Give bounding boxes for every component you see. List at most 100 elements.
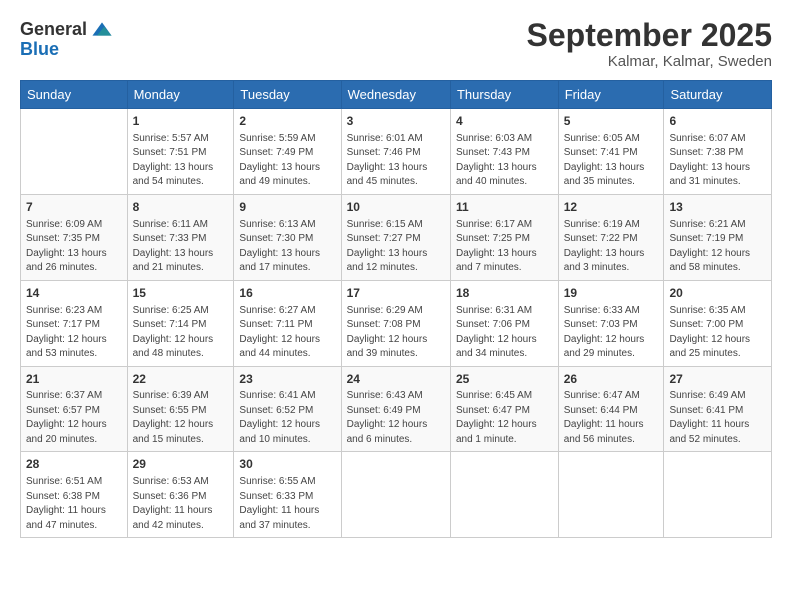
day-info: Sunrise: 6:03 AMSunset: 7:43 PMDaylight:… <box>456 132 553 190</box>
header-tuesday: Tuesday <box>234 81 341 109</box>
day-info: Sunrise: 6:31 AMSunset: 7:06 PMDaylight:… <box>456 304 553 362</box>
day-number: 16 <box>239 285 335 302</box>
day-info: Sunrise: 6:01 AMSunset: 7:46 PMDaylight:… <box>347 132 445 190</box>
day-info: Sunrise: 6:05 AMSunset: 7:41 PMDaylight:… <box>564 132 659 190</box>
calendar-cell: 5 Sunrise: 6:05 AMSunset: 7:41 PMDaylight… <box>558 109 664 195</box>
week-row-1: 1Sunrise: 5:57 AMSunset: 7:51 PMDaylight… <box>21 109 772 195</box>
calendar-cell: 1Sunrise: 5:57 AMSunset: 7:51 PMDaylight… <box>127 109 234 195</box>
day-info: Sunrise: 6:55 AMSunset: 6:33 PMDaylight:… <box>239 475 335 533</box>
day-number: 2 <box>239 113 335 130</box>
day-number: 29 <box>133 456 229 473</box>
day-info: Sunrise: 6:11 AMSunset: 7:33 PMDaylight:… <box>133 218 229 276</box>
day-number: 12 <box>564 199 659 216</box>
calendar-table: Sunday Monday Tuesday Wednesday Thursday… <box>20 80 772 538</box>
day-number: 26 <box>564 371 659 388</box>
week-row-3: 14 Sunrise: 6:23 AMSunset: 7:17 PMDayligh… <box>21 280 772 366</box>
calendar-cell: 29 Sunrise: 6:53 AMSunset: 6:36 PMDayligh… <box>127 452 234 538</box>
day-number: 23 <box>239 371 335 388</box>
location-subtitle: Kalmar, Kalmar, Sweden <box>527 53 772 70</box>
logo-blue: Blue <box>20 39 59 59</box>
day-info: Sunrise: 6:33 AMSunset: 7:03 PMDaylight:… <box>564 304 659 362</box>
day-number: 11 <box>456 199 553 216</box>
day-number: 22 <box>133 371 229 388</box>
calendar-cell: 8 Sunrise: 6:11 AMSunset: 7:33 PMDaylight… <box>127 194 234 280</box>
day-info: Sunrise: 6:47 AMSunset: 6:44 PMDaylight:… <box>564 389 659 447</box>
logo-icon <box>91 18 113 40</box>
day-number: 6 <box>669 113 766 130</box>
day-info: Sunrise: 5:57 AMSunset: 7:51 PMDaylight:… <box>133 132 229 190</box>
calendar-cell: 28 Sunrise: 6:51 AMSunset: 6:38 PMDayligh… <box>21 452 128 538</box>
day-number: 15 <box>133 285 229 302</box>
day-info: Sunrise: 6:17 AMSunset: 7:25 PMDaylight:… <box>456 218 553 276</box>
calendar-cell: 20 Sunrise: 6:35 AMSunset: 7:00 PMDayligh… <box>664 280 772 366</box>
day-info: Sunrise: 6:49 AMSunset: 6:41 PMDaylight:… <box>669 389 766 447</box>
day-number: 4 <box>456 113 553 130</box>
calendar-cell: 26Sunrise: 6:47 AMSunset: 6:44 PMDayligh… <box>558 366 664 452</box>
calendar-cell: 18 Sunrise: 6:31 AMSunset: 7:06 PMDayligh… <box>450 280 558 366</box>
calendar-cell: 9Sunrise: 6:13 AMSunset: 7:30 PMDaylight… <box>234 194 341 280</box>
calendar-cell: 30 Sunrise: 6:55 AMSunset: 6:33 PMDayligh… <box>234 452 341 538</box>
day-number: 3 <box>347 113 445 130</box>
day-info: Sunrise: 6:25 AMSunset: 7:14 PMDaylight:… <box>133 304 229 362</box>
week-row-4: 21Sunrise: 6:37 AMSunset: 6:57 PMDayligh… <box>21 366 772 452</box>
header-saturday: Saturday <box>664 81 772 109</box>
calendar-cell: 21Sunrise: 6:37 AMSunset: 6:57 PMDayligh… <box>21 366 128 452</box>
calendar-cell: 12Sunrise: 6:19 AMSunset: 7:22 PMDayligh… <box>558 194 664 280</box>
calendar-cell: 4 Sunrise: 6:03 AMSunset: 7:43 PMDaylight… <box>450 109 558 195</box>
calendar-cell: 25Sunrise: 6:45 AMSunset: 6:47 PMDayligh… <box>450 366 558 452</box>
day-number: 19 <box>564 285 659 302</box>
day-number: 14 <box>26 285 122 302</box>
day-info: Sunrise: 6:45 AMSunset: 6:47 PMDaylight:… <box>456 389 553 447</box>
calendar-cell: 7Sunrise: 6:09 AMSunset: 7:35 PMDaylight… <box>21 194 128 280</box>
day-info: Sunrise: 6:37 AMSunset: 6:57 PMDaylight:… <box>26 389 122 447</box>
calendar-cell <box>21 109 128 195</box>
day-number: 8 <box>133 199 229 216</box>
day-info: Sunrise: 6:39 AMSunset: 6:55 PMDaylight:… <box>133 389 229 447</box>
day-info: Sunrise: 6:53 AMSunset: 6:36 PMDaylight:… <box>133 475 229 533</box>
calendar-cell: 15 Sunrise: 6:25 AMSunset: 7:14 PMDayligh… <box>127 280 234 366</box>
day-number: 21 <box>26 371 122 388</box>
calendar-cell: 17 Sunrise: 6:29 AMSunset: 7:08 PMDayligh… <box>341 280 450 366</box>
week-row-5: 28 Sunrise: 6:51 AMSunset: 6:38 PMDayligh… <box>21 452 772 538</box>
day-number: 28 <box>26 456 122 473</box>
title-area: September 2025 Kalmar, Kalmar, Sweden <box>527 18 772 70</box>
day-number: 25 <box>456 371 553 388</box>
header-monday: Monday <box>127 81 234 109</box>
calendar-cell: 6Sunrise: 6:07 AMSunset: 7:38 PMDaylight… <box>664 109 772 195</box>
day-info: Sunrise: 6:13 AMSunset: 7:30 PMDaylight:… <box>239 218 335 276</box>
calendar-cell: 22Sunrise: 6:39 AMSunset: 6:55 PMDayligh… <box>127 366 234 452</box>
header-sunday: Sunday <box>21 81 128 109</box>
calendar-cell: 24Sunrise: 6:43 AMSunset: 6:49 PMDayligh… <box>341 366 450 452</box>
calendar-cell: 3 Sunrise: 6:01 AMSunset: 7:46 PMDaylight… <box>341 109 450 195</box>
calendar-cell: 27Sunrise: 6:49 AMSunset: 6:41 PMDayligh… <box>664 366 772 452</box>
day-number: 5 <box>564 113 659 130</box>
day-info: Sunrise: 5:59 AMSunset: 7:49 PMDaylight:… <box>239 132 335 190</box>
day-number: 30 <box>239 456 335 473</box>
day-info: Sunrise: 6:35 AMSunset: 7:00 PMDaylight:… <box>669 304 766 362</box>
day-number: 20 <box>669 285 766 302</box>
day-number: 7 <box>26 199 122 216</box>
calendar-cell: 2 Sunrise: 5:59 AMSunset: 7:49 PMDaylight… <box>234 109 341 195</box>
day-number: 18 <box>456 285 553 302</box>
day-info: Sunrise: 6:43 AMSunset: 6:49 PMDaylight:… <box>347 389 445 447</box>
day-info: Sunrise: 6:15 AMSunset: 7:27 PMDaylight:… <box>347 218 445 276</box>
logo-general: General <box>20 20 87 38</box>
day-number: 10 <box>347 199 445 216</box>
day-info: Sunrise: 6:27 AMSunset: 7:11 PMDaylight:… <box>239 304 335 362</box>
page: General Blue September 2025 Kalmar, Kalm… <box>0 0 792 612</box>
day-number: 17 <box>347 285 445 302</box>
day-info: Sunrise: 6:21 AMSunset: 7:19 PMDaylight:… <box>669 218 766 276</box>
header-thursday: Thursday <box>450 81 558 109</box>
calendar-cell <box>558 452 664 538</box>
day-info: Sunrise: 6:23 AMSunset: 7:17 PMDaylight:… <box>26 304 122 362</box>
calendar-cell: 13 Sunrise: 6:21 AMSunset: 7:19 PMDayligh… <box>664 194 772 280</box>
day-info: Sunrise: 6:29 AMSunset: 7:08 PMDaylight:… <box>347 304 445 362</box>
day-number: 13 <box>669 199 766 216</box>
logo: General Blue <box>20 18 113 60</box>
calendar-cell <box>341 452 450 538</box>
header-area: General Blue September 2025 Kalmar, Kalm… <box>20 18 772 70</box>
day-number: 27 <box>669 371 766 388</box>
calendar-cell: 16 Sunrise: 6:27 AMSunset: 7:11 PMDayligh… <box>234 280 341 366</box>
month-title: September 2025 <box>527 18 772 53</box>
day-info: Sunrise: 6:51 AMSunset: 6:38 PMDaylight:… <box>26 475 122 533</box>
